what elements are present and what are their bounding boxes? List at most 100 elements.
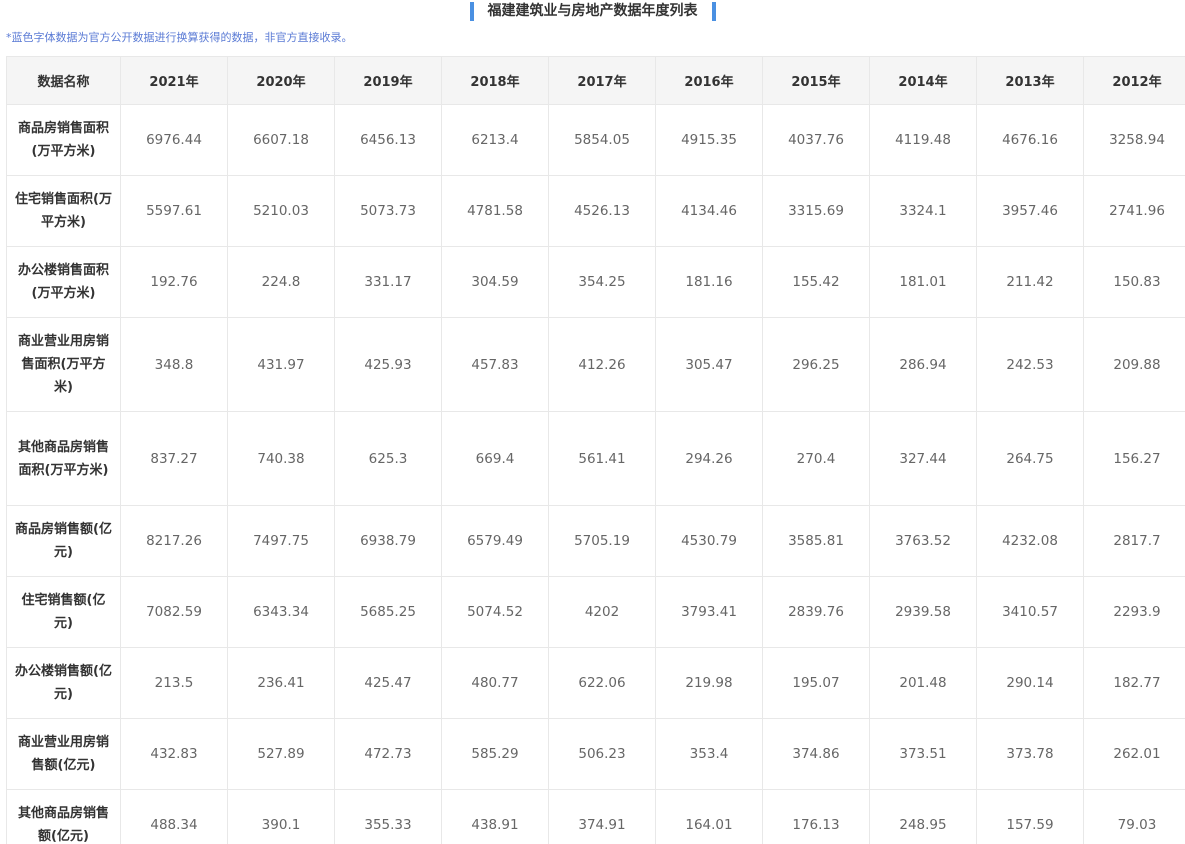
table-cell: 3324.1 xyxy=(869,175,977,247)
table-cell: 155.42 xyxy=(762,246,870,318)
table-cell: 264.75 xyxy=(976,411,1084,506)
table-cell: 3258.94 xyxy=(1083,104,1185,176)
table-cell: 294.26 xyxy=(655,411,763,506)
table-cell: 3763.52 xyxy=(869,505,977,577)
table-cell: 2293.9 xyxy=(1083,576,1185,648)
table-cell: 286.94 xyxy=(869,317,977,412)
table-cell: 412.26 xyxy=(548,317,656,412)
table-cell: 164.01 xyxy=(655,789,763,844)
table-row: 其他商品房销售额(亿元) 488.34 390.1 355.33 438.91 … xyxy=(6,789,1185,844)
data-note: *蓝色字体数据为官方公开数据进行换算获得的数据，非官方直接收录。 xyxy=(6,31,353,44)
table-cell: 431.97 xyxy=(227,317,335,412)
table-cell: 6456.13 xyxy=(334,104,442,176)
table-cell: 209.88 xyxy=(1083,317,1185,412)
row-label: 商业营业用房销售面积(万平方米) xyxy=(6,317,121,412)
table-cell: 211.42 xyxy=(976,246,1084,318)
table-cell: 425.93 xyxy=(334,317,442,412)
table-cell: 5854.05 xyxy=(548,104,656,176)
table-cell: 4526.13 xyxy=(548,175,656,247)
header-cell-year: 2017年 xyxy=(548,56,656,105)
table-cell: 2817.7 xyxy=(1083,505,1185,577)
table-cell: 156.27 xyxy=(1083,411,1185,506)
table-row: 商业营业用房销售面积(万平方米) 348.8 431.97 425.93 457… xyxy=(6,317,1185,412)
table-cell: 6938.79 xyxy=(334,505,442,577)
title-bar: 福建建筑业与房地产数据年度列表 xyxy=(0,0,1185,21)
row-label: 住宅销售面积(万平方米) xyxy=(6,175,121,247)
table-row: 住宅销售额(亿元) 7082.59 6343.34 5685.25 5074.5… xyxy=(6,576,1185,648)
table-cell: 355.33 xyxy=(334,789,442,844)
table-cell: 4676.16 xyxy=(976,104,1084,176)
table-row: 其他商品房销售面积(万平方米) 837.27 740.38 625.3 669.… xyxy=(6,411,1185,506)
table-row: 住宅销售面积(万平方米) 5597.61 5210.03 5073.73 478… xyxy=(6,175,1185,247)
row-label: 办公楼销售面积(万平方米) xyxy=(6,246,121,318)
table-cell: 622.06 xyxy=(548,647,656,719)
table-cell: 195.07 xyxy=(762,647,870,719)
table-cell: 5597.61 xyxy=(120,175,228,247)
table-cell: 480.77 xyxy=(441,647,549,719)
data-table: 数据名称 2021年 2020年 2019年 2018年 2017年 2016年… xyxy=(6,56,1185,844)
table-cell: 4530.79 xyxy=(655,505,763,577)
page-title: 福建建筑业与房地产数据年度列表 xyxy=(469,2,716,21)
table-cell: 6976.44 xyxy=(120,104,228,176)
header-cell-year: 2018年 xyxy=(441,56,549,105)
table-cell: 305.47 xyxy=(655,317,763,412)
row-label: 商品房销售额(亿元) xyxy=(6,505,121,577)
table-cell: 182.77 xyxy=(1083,647,1185,719)
table-cell: 354.25 xyxy=(548,246,656,318)
header-cell-year: 2012年 xyxy=(1083,56,1185,105)
page: 福建建筑业与房地产数据年度列表 *蓝色字体数据为官方公开数据进行换算获得的数据，… xyxy=(0,0,1185,844)
table-cell: 6213.4 xyxy=(441,104,549,176)
table-cell: 527.89 xyxy=(227,718,335,790)
table-cell: 7082.59 xyxy=(120,576,228,648)
table-row: 商业营业用房销售额(亿元) 432.83 527.89 472.73 585.2… xyxy=(6,718,1185,790)
table-cell: 4119.48 xyxy=(869,104,977,176)
table-cell: 213.5 xyxy=(120,647,228,719)
table-row: 办公楼销售面积(万平方米) 192.76 224.8 331.17 304.59… xyxy=(6,246,1185,318)
table-cell: 248.95 xyxy=(869,789,977,844)
table-cell: 373.78 xyxy=(976,718,1084,790)
table-cell: 181.16 xyxy=(655,246,763,318)
table-row: 商品房销售额(亿元) 8217.26 7497.75 6938.79 6579.… xyxy=(6,505,1185,577)
header-cell-year: 2020年 xyxy=(227,56,335,105)
table-cell: 150.83 xyxy=(1083,246,1185,318)
table-cell: 3410.57 xyxy=(976,576,1084,648)
header-cell-year: 2013年 xyxy=(976,56,1084,105)
table-cell: 561.41 xyxy=(548,411,656,506)
table-cell: 5210.03 xyxy=(227,175,335,247)
table-cell: 353.4 xyxy=(655,718,763,790)
table-cell: 262.01 xyxy=(1083,718,1185,790)
row-label: 商品房销售面积(万平方米) xyxy=(6,104,121,176)
table-cell: 837.27 xyxy=(120,411,228,506)
table-row: 办公楼销售额(亿元) 213.5 236.41 425.47 480.77 62… xyxy=(6,647,1185,719)
table-cell: 4037.76 xyxy=(762,104,870,176)
table-cell: 4202 xyxy=(548,576,656,648)
table-cell: 472.73 xyxy=(334,718,442,790)
table-cell: 270.4 xyxy=(762,411,870,506)
table-cell: 4781.58 xyxy=(441,175,549,247)
table-cell: 669.4 xyxy=(441,411,549,506)
table-cell: 3315.69 xyxy=(762,175,870,247)
table-cell: 304.59 xyxy=(441,246,549,318)
table-cell: 348.8 xyxy=(120,317,228,412)
table-cell: 373.51 xyxy=(869,718,977,790)
table-cell: 438.91 xyxy=(441,789,549,844)
table-cell: 740.38 xyxy=(227,411,335,506)
table-cell: 79.03 xyxy=(1083,789,1185,844)
table-cell: 8217.26 xyxy=(120,505,228,577)
table-cell: 374.91 xyxy=(548,789,656,844)
table-cell: 3957.46 xyxy=(976,175,1084,247)
table-cell: 176.13 xyxy=(762,789,870,844)
header-cell-year: 2021年 xyxy=(120,56,228,105)
table-cell: 4232.08 xyxy=(976,505,1084,577)
table-header-row: 数据名称 2021年 2020年 2019年 2018年 2017年 2016年… xyxy=(6,56,1185,105)
table-cell: 374.86 xyxy=(762,718,870,790)
table-cell: 425.47 xyxy=(334,647,442,719)
row-label: 商业营业用房销售额(亿元) xyxy=(6,718,121,790)
table-cell: 201.48 xyxy=(869,647,977,719)
table-cell: 6607.18 xyxy=(227,104,335,176)
table-cell: 331.17 xyxy=(334,246,442,318)
table-cell: 4134.46 xyxy=(655,175,763,247)
table-cell: 2939.58 xyxy=(869,576,977,648)
row-label: 其他商品房销售额(亿元) xyxy=(6,789,121,844)
table-cell: 242.53 xyxy=(976,317,1084,412)
